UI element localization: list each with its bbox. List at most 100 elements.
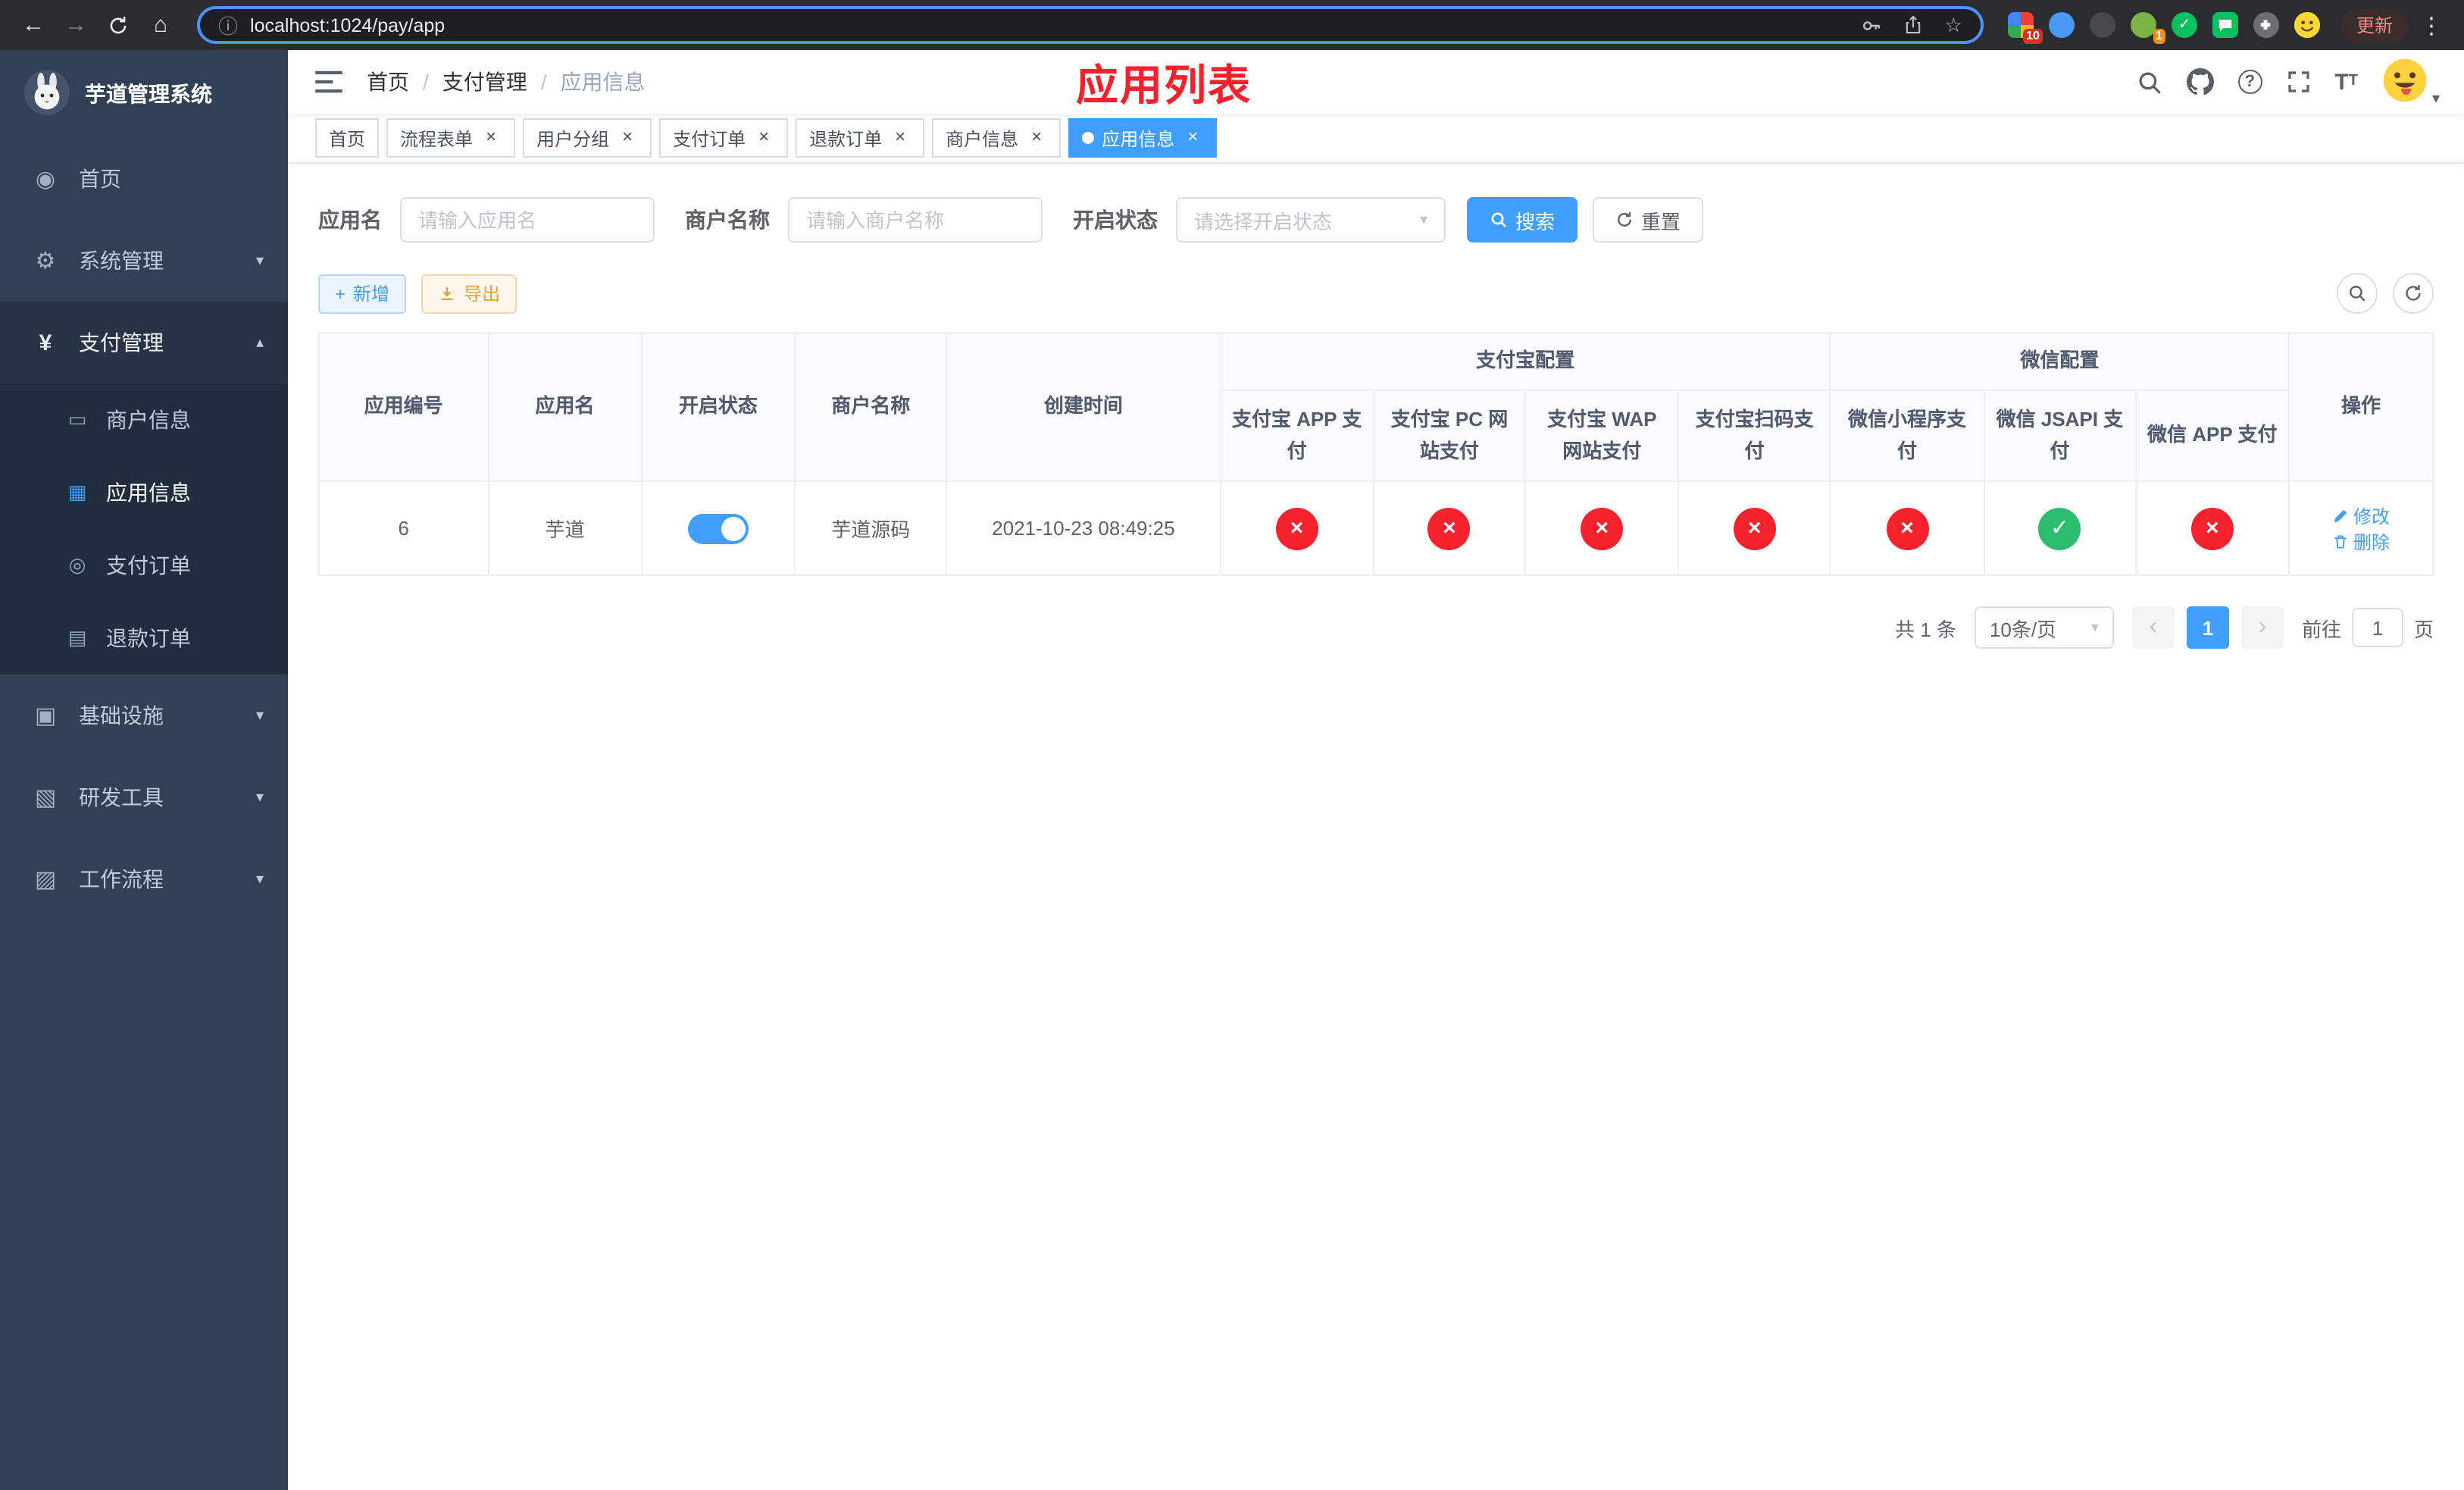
font-size-icon[interactable]: TT [2334, 70, 2358, 93]
sidebar-item-refund-order[interactable]: ▤ 退款订单 [0, 602, 288, 675]
extension-check-icon[interactable]: ✓ [2171, 12, 2197, 38]
grid-icon: ▦ [67, 480, 87, 503]
help-icon[interactable]: ? [2237, 70, 2262, 94]
chevron-down-icon: ▾ [2090, 619, 2099, 636]
search-form: 应用名 商户名称 开启状态 请选择开启状态 ▾ 搜索 [318, 197, 2434, 243]
status-label: 开启状态 [1073, 208, 1158, 232]
page: ← → ⌂ ⓘ localhost:1024/pay/app ☆ 10 1 ✓ [0, 0, 2464, 1490]
share-icon[interactable] [1904, 15, 1924, 35]
search-button[interactable]: 搜索 [1467, 197, 1578, 243]
chrome-update-button[interactable]: 更新 [2340, 8, 2408, 42]
toggle-search-button[interactable] [2337, 273, 2378, 314]
status-toggle[interactable] [687, 513, 749, 543]
sidebar-item-merchant-info[interactable]: ▭ 商户信息 [0, 383, 288, 456]
extension-blue-icon[interactable] [2048, 12, 2075, 38]
breadcrumb-home[interactable]: 首页 [367, 67, 409, 97]
breadcrumb-current: 应用信息 [560, 70, 646, 94]
extension-badge: 10 [2023, 29, 2043, 44]
edit-link[interactable]: 修改 [2332, 502, 2390, 528]
bookmark-star-icon[interactable]: ☆ [1945, 13, 1962, 37]
user-menu[interactable]: ▾ [2382, 57, 2440, 107]
export-button[interactable]: 导出 [421, 274, 518, 313]
browser-forward-icon[interactable]: → [58, 7, 94, 43]
column-header-alipay-pc: 支付宝 PC 网站支付 [1372, 390, 1527, 482]
add-button[interactable]: + 新增 [318, 274, 407, 313]
status-select[interactable]: 请选择开启状态 ▾ [1176, 197, 1446, 243]
column-header-name: 应用名 [487, 332, 643, 482]
sidebar-item-infrastructure[interactable]: ▣ 基础设施 ▾ [0, 675, 288, 756]
sidebar-item-label: 研发工具 [79, 785, 164, 809]
extension-puzzle-icon[interactable] [2253, 12, 2279, 38]
page-size-select[interactable]: 10条/页 ▾ [1974, 606, 2114, 649]
tab-pay-order[interactable]: 支付订单 × [659, 118, 789, 158]
breadcrumb-payment[interactable]: 支付管理 [442, 67, 527, 97]
close-icon[interactable]: × [480, 127, 502, 149]
profile-avatar-icon[interactable] [2294, 12, 2320, 38]
total-count: 共 1 条 [1895, 618, 1956, 640]
browser-back-icon[interactable]: ← [15, 7, 52, 43]
reset-button-label: 重置 [1641, 210, 1681, 233]
tab-user-group[interactable]: 用户分组 × [523, 118, 652, 158]
close-icon[interactable]: × [617, 127, 638, 149]
close-icon[interactable]: × [890, 127, 911, 149]
browser-refresh-icon[interactable] [100, 7, 136, 43]
sidebar-item-home[interactable]: ◉ 首页 [0, 138, 288, 220]
sidebar-item-app-info[interactable]: ▦ 应用信息 [0, 456, 288, 529]
goto-label: 前往 [2301, 618, 2341, 640]
yen-icon: ¥ [39, 330, 52, 355]
app-name-input[interactable] [400, 197, 655, 243]
sidebar-item-pay-order[interactable]: ◎ 支付订单 [0, 529, 288, 602]
merchant-name-label: 商户名称 [685, 208, 770, 232]
column-header-wx-jsapi: 微信 JSAPI 支付 [1983, 390, 2137, 482]
refresh-table-button[interactable] [2393, 273, 2434, 314]
browser-home-icon[interactable]: ⌂ [142, 7, 179, 43]
page-size-value: 10条/页 [1989, 618, 2057, 640]
delete-link[interactable]: 删除 [2332, 528, 2390, 554]
site-info-icon[interactable]: ⓘ [218, 11, 238, 39]
app-logo[interactable]: 芋道管理系统 [0, 50, 288, 138]
extension-grid-icon[interactable]: 10 [2007, 12, 2043, 44]
url-text: localhost:1024/pay/app [250, 14, 446, 36]
extension-dark-icon[interactable] [2089, 12, 2115, 38]
tab-label: 退款订单 [809, 128, 883, 149]
tab-refund-order[interactable]: 退款订单 × [796, 118, 925, 158]
table-row: 6 芋道 芋道源码 2021-10-23 08:49:25 × × × × × … [318, 480, 2434, 576]
sidebar-item-system[interactable]: ⚙ 系统管理 ▾ [0, 220, 288, 302]
prev-page-button[interactable]: ‹ [2131, 606, 2175, 649]
reset-button[interactable]: 重置 [1593, 197, 1704, 243]
tab-app-info[interactable]: 应用信息 × [1068, 118, 1218, 158]
address-bar[interactable]: ⓘ localhost:1024/pay/app ☆ [197, 6, 1984, 44]
cell-id: 6 [318, 480, 489, 576]
page-title: 应用列表 [1076, 62, 1252, 109]
tab-merchant-info[interactable]: 商户信息 × [932, 118, 1062, 158]
sidebar-item-devtools[interactable]: ▧ 研发工具 ▾ [0, 756, 288, 838]
close-icon[interactable]: × [1026, 127, 1047, 149]
edit-link-label: 修改 [2353, 506, 2390, 527]
next-page-button[interactable]: › [2240, 606, 2284, 649]
group-header-alipay: 支付宝配置 [1219, 332, 1831, 391]
search-icon[interactable] [2136, 69, 2162, 95]
goto-page-input[interactable] [2351, 608, 2403, 647]
close-icon[interactable]: × [1182, 127, 1203, 149]
alipay-pc-status-icon: × [1427, 507, 1471, 549]
fullscreen-icon[interactable] [2286, 70, 2310, 94]
github-icon[interactable] [2186, 68, 2214, 95]
sidebar-item-workflow[interactable]: ▨ 工作流程 ▾ [0, 838, 288, 920]
close-icon[interactable]: × [753, 127, 774, 149]
app-name-label: 应用名 [318, 208, 382, 232]
password-key-icon[interactable] [1862, 14, 1883, 36]
column-header-alipay-qr: 支付宝扫码支付 [1678, 390, 1831, 482]
tab-process-form[interactable]: 流程表单 × [386, 118, 516, 158]
tab-home[interactable]: 首页 [315, 118, 380, 158]
column-header-id: 应用编号 [318, 332, 489, 482]
page-1-button[interactable]: 1 [2186, 606, 2229, 649]
browser-menu-icon[interactable]: ⋮ [2414, 11, 2449, 39]
merchant-name-input[interactable] [788, 197, 1043, 243]
workflow-icon: ▨ [34, 867, 57, 893]
sidebar-item-payment[interactable]: ¥ 支付管理 ▴ [0, 302, 288, 383]
sidebar-fold-icon[interactable] [303, 70, 355, 94]
extension-avatar-icon[interactable]: 1 [2130, 12, 2165, 44]
sidebar-item-label: 支付订单 [106, 553, 191, 578]
extension-chat-icon[interactable] [2212, 12, 2238, 38]
chevron-down-icon: ▾ [1419, 211, 1427, 228]
